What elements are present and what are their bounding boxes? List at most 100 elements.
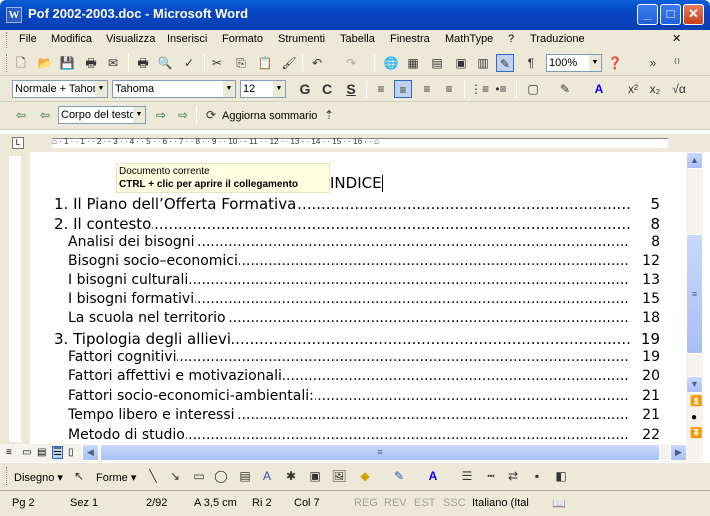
horizontal-scrollbar[interactable]: ≡ ▭ ▤ ☰ ▯ ◀ ≡ ▶ <box>0 444 703 462</box>
word-icon[interactable]: W <box>6 7 22 23</box>
toc-entry[interactable]: ........................................… <box>68 291 660 310</box>
drawing-icon[interactable]: ✎ <box>496 54 514 72</box>
oval-icon[interactable]: ◯ <box>212 467 230 485</box>
go-to-toc-icon[interactable]: ⇡ <box>320 106 338 124</box>
update-toc-icon[interactable]: ⟳ <box>202 106 220 124</box>
drawing-grip[interactable] <box>6 467 9 485</box>
italic-button[interactable]: C <box>318 80 336 98</box>
outline-level-combo[interactable]: Corpo del testo ▼ <box>58 106 146 124</box>
toc-entry[interactable]: ........................................… <box>68 349 660 368</box>
document-area[interactable]: ........................................… <box>30 152 686 444</box>
show-hide-icon[interactable]: ¶ <box>522 54 540 72</box>
menu-strumenti[interactable]: Strumenti <box>278 33 325 45</box>
undo-icon[interactable]: ↶ <box>308 54 326 72</box>
browse-object-icon[interactable]: ● <box>691 412 697 423</box>
status-ovr[interactable]: SSC <box>443 497 466 509</box>
draw-menu-button[interactable]: Disegno ▾ <box>14 471 63 484</box>
toolbar-options-icon[interactable]: » <box>644 54 662 72</box>
equation-icon[interactable]: √α <box>670 80 688 98</box>
permission-icon[interactable]: 🖶 <box>82 54 100 72</box>
scroll-thumb[interactable]: ≡ <box>686 234 703 354</box>
rectangle-icon[interactable]: ▭ <box>190 467 208 485</box>
3d-icon[interactable]: ◧ <box>552 467 570 485</box>
menu-help[interactable]: ? <box>508 33 514 45</box>
arrow-icon[interactable]: ↘ <box>166 467 184 485</box>
line-icon[interactable]: ╲ <box>144 467 162 485</box>
toolbar-grip[interactable] <box>6 54 9 72</box>
document-heading[interactable]: INDICE <box>330 174 382 192</box>
spelling-status-icon[interactable]: 📖 <box>552 497 566 510</box>
vertical-scrollbar[interactable]: ▲ ≡ ▼ ⏫ ● ⏬ <box>686 152 703 444</box>
toc-entry[interactable]: ........................................… <box>68 388 660 407</box>
toc-entry[interactable]: ........................................… <box>54 195 660 214</box>
line-color-icon[interactable]: ✎ <box>390 467 408 485</box>
menu-modifica[interactable]: Modifica <box>51 33 92 45</box>
toc-entry[interactable]: ........................................… <box>68 368 660 387</box>
outline-view-icon[interactable]: ☰ <box>52 446 63 459</box>
menu-file[interactable]: File <box>19 33 37 45</box>
scroll-right-button[interactable]: ▶ <box>670 444 687 461</box>
shadow-icon[interactable]: ▪ <box>528 467 546 485</box>
fill-color-icon[interactable]: ◆ <box>356 467 374 485</box>
insert-table-icon[interactable]: ▤ <box>428 54 446 72</box>
reading-icon[interactable]: ⁽⁾ <box>668 54 686 72</box>
toc-entry[interactable]: ........................................… <box>68 234 660 253</box>
status-rec[interactable]: REG <box>354 497 378 509</box>
bold-button[interactable]: G <box>296 80 314 98</box>
cut-icon[interactable]: ✂ <box>208 54 226 72</box>
toc-entry[interactable]: ........................................… <box>68 427 660 444</box>
paste-icon[interactable]: 📋 <box>256 54 274 72</box>
horizontal-scroll-thumb[interactable]: ≡ <box>100 444 660 461</box>
toc-entry[interactable]: ........................................… <box>68 407 660 426</box>
promote-icon[interactable]: ⇦ <box>12 106 30 124</box>
menu-traduzione[interactable]: Traduzione <box>530 33 585 45</box>
picture-icon[interactable]: 🖼 <box>330 467 348 485</box>
tables-borders-icon[interactable]: ▦ <box>404 54 422 72</box>
minimize-button[interactable]: _ <box>637 4 658 25</box>
close-doc-icon[interactable]: ✕ <box>672 32 681 45</box>
print-layout-icon[interactable]: ▤ <box>37 447 46 458</box>
highlight-icon[interactable]: ✎ <box>556 80 574 98</box>
save-icon[interactable]: 💾 <box>58 54 76 72</box>
dash-style-icon[interactable]: ┅ <box>482 467 500 485</box>
clipart-icon[interactable]: ▣ <box>306 467 324 485</box>
subscript-icon[interactable]: x₂ <box>646 80 664 98</box>
font-combo[interactable]: Tahoma ▼ <box>112 80 236 98</box>
bullets-icon[interactable]: •≡ <box>492 80 510 98</box>
toc-entry[interactable]: ........................................… <box>54 215 660 234</box>
reading-view-icon[interactable]: ▯ <box>68 447 74 458</box>
normal-view-icon[interactable]: ≡ <box>6 447 12 458</box>
style-combo[interactable]: Normale + Tahor ▼ <box>12 80 108 98</box>
align-left-icon[interactable]: ≡ <box>372 80 390 98</box>
align-right-icon[interactable]: ≡ <box>418 80 436 98</box>
superscript-icon[interactable]: x² <box>624 80 642 98</box>
menu-finestra[interactable]: Finestra <box>390 33 430 45</box>
email-icon[interactable]: ✉ <box>104 54 122 72</box>
help-icon[interactable]: ❓ <box>606 54 624 72</box>
new-document-icon[interactable]: 🗋 <box>12 54 30 72</box>
toc-entry[interactable]: ........................................… <box>68 272 660 291</box>
justify-icon[interactable]: ≡ <box>440 80 458 98</box>
zoom-combo[interactable]: 100% ▼ <box>546 54 602 72</box>
scroll-left-button[interactable]: ◀ <box>82 444 99 461</box>
menu-formato[interactable]: Formato <box>222 33 263 45</box>
print-icon[interactable]: 🖶 <box>134 54 152 72</box>
scroll-down-button[interactable]: ▼ <box>686 376 703 393</box>
prev-page-icon[interactable]: ⏫ <box>690 396 702 407</box>
redo-icon[interactable]: ↷ <box>342 54 360 72</box>
textbox-icon[interactable]: ▤ <box>236 467 254 485</box>
select-objects-icon[interactable]: ↖ <box>70 467 88 485</box>
diagram-icon[interactable]: ✱ <box>282 467 300 485</box>
font-size-combo[interactable]: 12 ▼ <box>240 80 286 98</box>
menu-grip[interactable] <box>6 32 9 48</box>
status-ext[interactable]: EST <box>414 497 435 509</box>
toc-entry[interactable]: ........................................… <box>68 253 660 272</box>
maximize-button[interactable]: □ <box>660 4 681 25</box>
toc-entry[interactable]: ........................................… <box>68 310 660 329</box>
promote-one-icon[interactable]: ⇦ <box>36 106 54 124</box>
scroll-up-button[interactable]: ▲ <box>686 152 703 169</box>
columns-icon[interactable]: ▥ <box>474 54 492 72</box>
line-style-icon[interactable]: ☰ <box>458 467 476 485</box>
menu-inserisci[interactable]: Inserisci <box>167 33 207 45</box>
hyperlink-icon[interactable]: 🌐 <box>382 54 400 72</box>
